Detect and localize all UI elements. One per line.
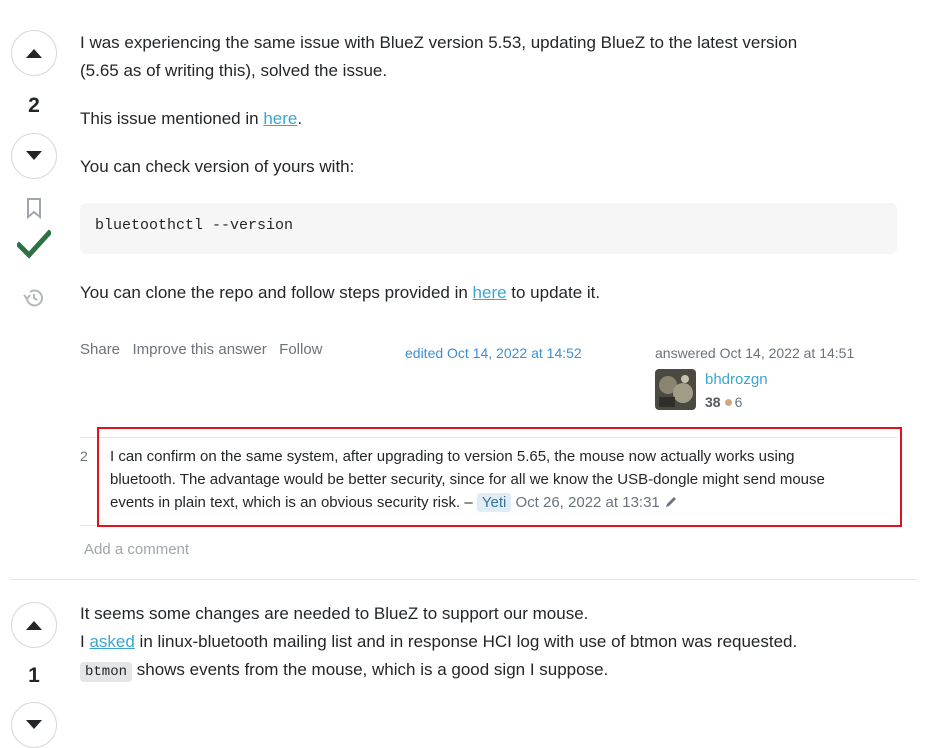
answer-paragraph: It seems some changes are needed to Blue… — [80, 604, 798, 682]
here-link[interactable]: here — [263, 109, 297, 128]
reputation-score: 38 — [705, 394, 721, 410]
answered-timestamp: answered Oct 14, 2022 at 14:51 — [655, 345, 855, 361]
history-icon — [23, 289, 43, 307]
answer-paragraph: This issue mentioned in here. — [80, 109, 303, 128]
improve-answer-link[interactable]: Improve this answer — [132, 341, 266, 358]
user-name-link[interactable]: bhdrozgn — [705, 371, 768, 388]
answer-separator — [10, 579, 917, 580]
here-link[interactable]: here — [473, 283, 507, 302]
user-reputation: 38 6 — [705, 394, 742, 412]
answer-paragraph: You can clone the repo and follow steps … — [80, 283, 601, 302]
downvote-icon — [26, 720, 42, 729]
share-link[interactable]: Share — [80, 341, 120, 358]
downvote-button[interactable] — [11, 702, 57, 748]
upvote-icon — [26, 49, 42, 58]
post-menu: Share Improve this answer Follow — [80, 341, 331, 359]
downvote-icon — [26, 151, 42, 160]
answer-paragraph: You can check version of yours with: — [80, 157, 355, 176]
asked-link[interactable]: asked — [89, 632, 134, 651]
answer-paragraph: I was experiencing the same issue with B… — [80, 33, 798, 80]
accepted-answer-check — [15, 228, 53, 265]
bronze-badge-count: 6 — [734, 394, 743, 410]
upvote-button[interactable] — [11, 602, 57, 648]
bookmark-icon — [27, 198, 41, 220]
accepted-check-icon — [15, 229, 53, 259]
highlight-box — [97, 427, 902, 527]
avatar[interactable] — [655, 369, 696, 410]
code-block: bluetoothctl --version — [80, 203, 897, 254]
bookmark-button[interactable] — [25, 197, 43, 224]
timeline-button[interactable] — [22, 287, 46, 314]
downvote-button[interactable] — [11, 133, 57, 179]
upvote-icon — [26, 621, 42, 630]
inline-code: btmon — [80, 662, 133, 682]
upvote-button[interactable] — [11, 30, 57, 76]
add-comment-link[interactable]: Add a comment — [84, 541, 189, 558]
follow-link[interactable]: Follow — [279, 341, 322, 358]
vote-count: 2 — [28, 94, 40, 117]
vote-count: 1 — [28, 664, 40, 687]
edited-timestamp[interactable]: edited Oct 14, 2022 at 14:52 — [405, 345, 582, 361]
bronze-badge-icon — [724, 399, 732, 406]
comment-score: 2 — [80, 448, 88, 464]
